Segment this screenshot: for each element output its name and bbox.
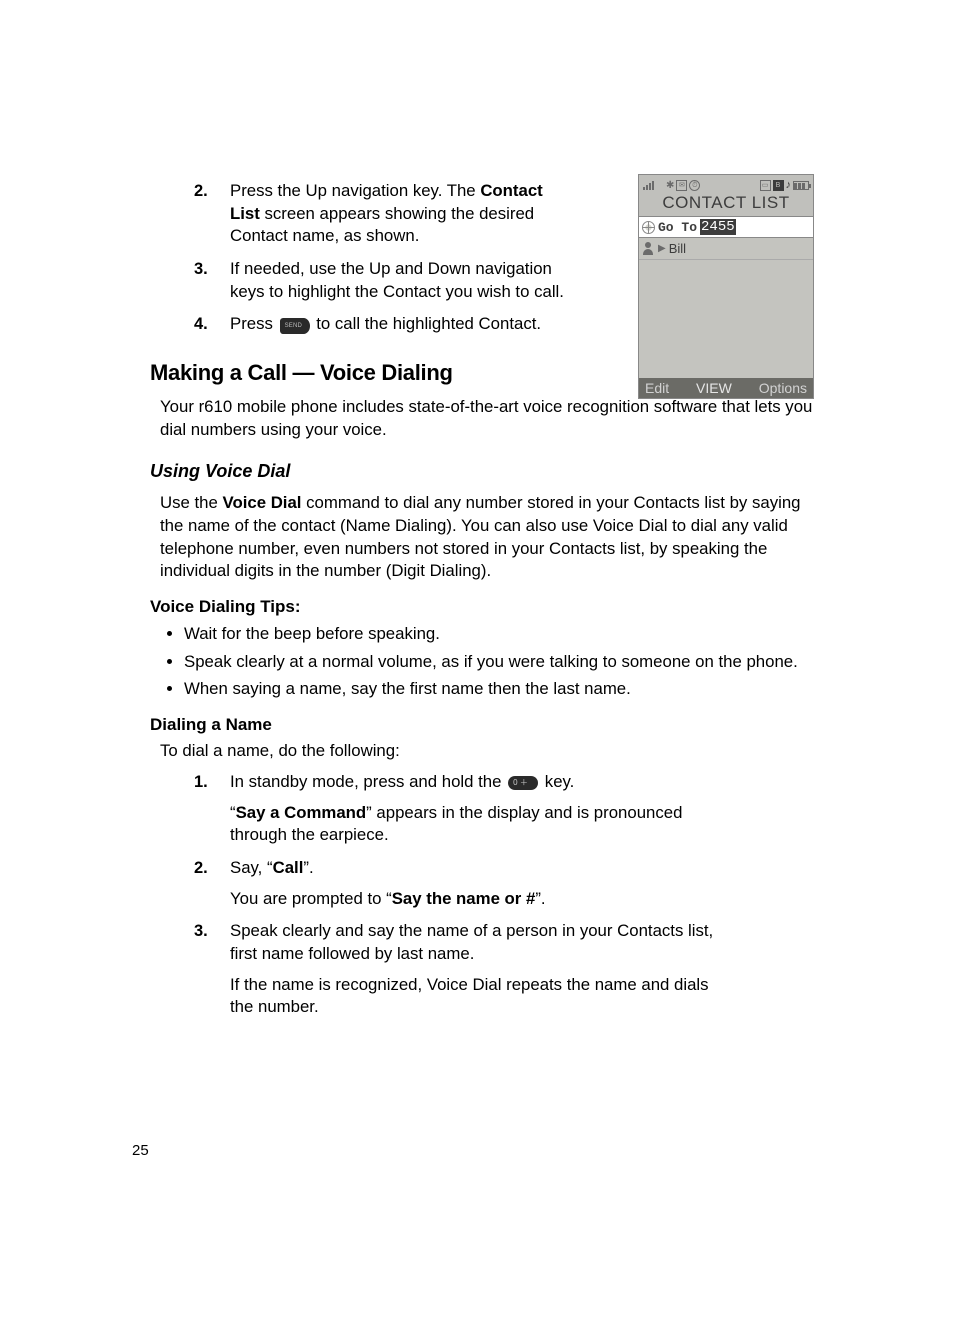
step-text-post: ”. <box>303 858 313 877</box>
heading-voice-tips: Voice Dialing Tips: <box>150 597 824 617</box>
goto-label: Go To <box>658 220 697 235</box>
content: ✱ ✉ ⏱ ▭ B ♪ CONTACT LIST Go To 2455 <box>150 180 824 1019</box>
tip-item: Wait for the beep before speaking. <box>184 623 824 646</box>
sub-bold: Say a Command <box>236 803 367 822</box>
step-number: 2. <box>194 857 208 879</box>
step-text-pre: Say, “ <box>230 858 273 877</box>
name-step-3: 3. Speak clearly and say the name of a p… <box>230 920 720 1019</box>
step-3: 3. If needed, use the Up and Down naviga… <box>230 258 570 303</box>
heading-using-voice-dial: Using Voice Dial <box>150 461 824 482</box>
tip-item: Speak clearly at a normal volume, as if … <box>184 651 824 674</box>
step-number: 4. <box>194 313 208 335</box>
phone-status-bar: ✱ ✉ ⏱ ▭ B ♪ <box>639 175 813 193</box>
card-icon: ▭ <box>760 180 771 191</box>
step-4: 4. Press to call the highlighted Contact… <box>230 313 570 336</box>
dialing-name-steps: 1. In standby mode, press and hold the k… <box>150 771 720 1019</box>
sub-bold: Say the name or # <box>392 889 536 908</box>
page-number: 25 <box>132 1142 149 1159</box>
battery-icon <box>793 181 809 190</box>
goto-input-empty <box>741 218 810 236</box>
paragraph-voice-intro: Your r610 mobile phone includes state-of… <box>160 396 824 441</box>
step-text-bold: Call <box>273 858 304 877</box>
softkey-right: Options <box>759 380 807 396</box>
step-text-pre: In standby mode, press and hold the <box>230 772 506 791</box>
alarm-icon: ⏱ <box>689 180 700 191</box>
softkey-center: VIEW <box>696 380 732 396</box>
name-step-1: 1. In standby mode, press and hold the k… <box>230 771 720 847</box>
sound-icon: ♪ <box>786 179 792 191</box>
sub-text: If the name is recognized, Voice Dial re… <box>230 975 709 1017</box>
heading-dialing-name: Dialing a Name <box>150 715 824 735</box>
step-text-post: to call the highlighted Contact. <box>312 314 542 333</box>
manual-page: ✱ ✉ ⏱ ▭ B ♪ CONTACT LIST Go To 2455 <box>0 0 954 1319</box>
step-sub: “Say a Command” appears in the display a… <box>230 802 720 847</box>
contact-name: Bill <box>669 241 686 256</box>
tip-item: When saying a name, say the first name t… <box>184 678 824 701</box>
step-number: 3. <box>194 920 208 942</box>
step-number: 1. <box>194 771 208 793</box>
bb-icon: B <box>773 180 784 191</box>
step-2: 2. Press the Up navigation key. The Cont… <box>230 180 570 248</box>
text-pre: Use the <box>160 493 223 512</box>
phone-goto-row: Go To 2455 <box>639 216 813 238</box>
dialing-name-intro: To dial a name, do the following: <box>160 741 824 761</box>
globe-icon <box>642 221 655 234</box>
text-bold: Voice Dial <box>223 493 302 512</box>
chevron-right-icon: ▶ <box>658 243 666 254</box>
phone-screen-title: CONTACT LIST <box>639 193 813 216</box>
step-number: 3. <box>194 258 208 280</box>
softkey-left: Edit <box>645 380 669 396</box>
voice-tips-list: Wait for the beep before speaking. Speak… <box>150 623 824 701</box>
name-step-2: 2. Say, “Call”. You are prompted to “Say… <box>230 857 720 910</box>
zero-key-icon <box>508 776 538 790</box>
step-text: If needed, use the Up and Down navigatio… <box>230 259 564 301</box>
paragraph-using-voice-dial: Use the Voice Dial command to dial any n… <box>160 492 824 583</box>
steps-continued: 2. Press the Up navigation key. The Cont… <box>150 180 570 336</box>
step-text-pre: Press <box>230 314 278 333</box>
step-text-post: screen appears showing the desired Conta… <box>230 204 534 246</box>
send-key-icon <box>280 318 310 334</box>
sub-pre: You are prompted to “ <box>230 889 392 908</box>
step-sub: If the name is recognized, Voice Dial re… <box>230 974 720 1019</box>
step-text: Speak clearly and say the name of a pers… <box>230 921 713 963</box>
phone-body-empty <box>639 260 813 378</box>
step-sub: You are prompted to “Say the name or #”. <box>230 888 720 911</box>
phone-softkeys: Edit VIEW Options <box>639 378 813 398</box>
contact-row: ▶ Bill <box>639 238 813 260</box>
person-icon <box>642 242 655 255</box>
goto-value: 2455 <box>700 219 736 235</box>
step-text-post: key. <box>540 772 574 791</box>
message-icon: ✉ <box>676 180 687 191</box>
bluetooth-icon: ✱ <box>666 180 674 191</box>
signal-icon <box>643 181 654 190</box>
step-number: 2. <box>194 180 208 202</box>
phone-screenshot: ✱ ✉ ⏱ ▭ B ♪ CONTACT LIST Go To 2455 <box>638 174 814 399</box>
sub-post: ”. <box>535 889 545 908</box>
step-text-pre: Press the Up navigation key. The <box>230 181 480 200</box>
